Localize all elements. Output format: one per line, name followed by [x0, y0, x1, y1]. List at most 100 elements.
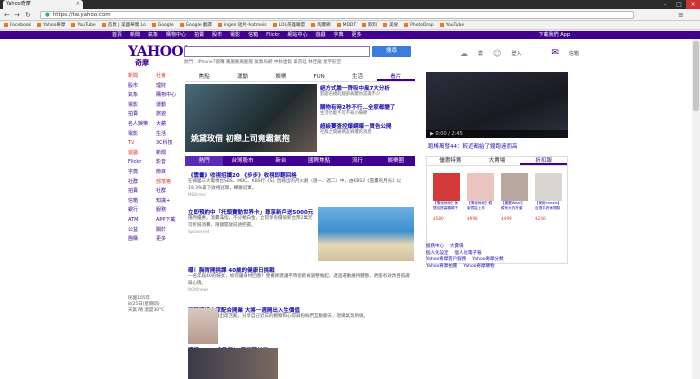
story-thumbnail[interactable]: [318, 207, 414, 261]
story-title[interactable]: 王陽明總大家配合開業 大將一週開出入生價值: [188, 306, 414, 314]
login-link[interactable]: 登入: [511, 50, 521, 57]
bookmark-item[interactable]: 飲料: [362, 21, 377, 29]
minimize-icon[interactable]: –: [658, 0, 672, 9]
news-category-tab[interactable]: 台灣股市: [223, 156, 261, 166]
hero-image[interactable]: 姚黛玫借 初戀上司竟霸氣抱: [185, 84, 317, 152]
top-nav-item[interactable]: 購物中心: [166, 31, 186, 39]
sidebar-item[interactable]: 銀行: [128, 206, 154, 216]
bookmark-item[interactable]: LOL英雄聯盟: [273, 21, 305, 29]
news-category-tab[interactable]: 流行: [338, 156, 376, 166]
shop-tab[interactable]: 大賣場: [474, 157, 521, 165]
bookmark-item[interactable]: MDDT: [337, 21, 357, 29]
sidebar-item[interactable]: 名人娛樂: [128, 120, 154, 130]
top-nav-item[interactable]: 信箱: [248, 31, 258, 39]
bookmark-item[interactable]: PhotoDrop: [404, 21, 434, 29]
sidebar-item[interactable]: 旅遊: [156, 110, 182, 120]
news-category-tab[interactable]: 國際焦點: [300, 156, 338, 166]
maximize-icon[interactable]: □: [672, 0, 686, 9]
sidebar-item[interactable]: 影音: [156, 158, 182, 168]
sidebar-item[interactable]: 拍賣: [128, 110, 154, 120]
top-nav-item[interactable]: 新聞: [130, 31, 140, 39]
news-story[interactable]: 曝！胸胃開挑課 40歲的健康日挑戰 一名年屆40的婦女，如何讓身材回春？營養師建議…: [188, 266, 414, 292]
product-card[interactable]: 【情深絲絲】韓版寬鬆上衣 $998: [467, 173, 494, 221]
product-card[interactable]: 【麗麗Wear】韓系大衣外套 $499: [501, 173, 528, 221]
content-tab[interactable]: 娛樂: [262, 72, 300, 81]
sidebar-item[interactable]: 關於: [156, 226, 182, 236]
sidebar-item[interactable]: 股市: [128, 82, 154, 92]
scrollbar-thumb[interactable]: [693, 41, 699, 111]
sidebar-item[interactable]: APP下載: [156, 216, 182, 226]
weather-icon[interactable]: ☁: [460, 49, 468, 58]
top-nav-item[interactable]: Flickr: [266, 31, 279, 39]
sidebar-item[interactable]: 信箱: [128, 197, 154, 207]
close-window-icon[interactable]: ×: [686, 0, 700, 9]
hero-headline-title[interactable]: 購物有時2秒不行…全家都變了: [320, 103, 415, 111]
product-name[interactable]: 【情深絲絲】休閒百搭高腰褲子: [433, 201, 460, 216]
news-category-tab[interactable]: 娛樂圈: [377, 156, 415, 166]
product-image[interactable]: [535, 173, 562, 201]
sidebar-item[interactable]: 氣象: [128, 91, 154, 101]
video-player[interactable]: ▶ 0:00 / 2:45: [426, 72, 568, 138]
mail-link[interactable]: 信箱: [569, 50, 579, 57]
service-link[interactable]: Yahoo奇摩拍賣: [426, 264, 457, 271]
top-nav-item[interactable]: 網站中心: [287, 31, 307, 39]
hero-headline[interactable]: 絕方式臉一齊吸中風7大分析 影劇名模的腦部病變你認識不少: [320, 84, 415, 98]
search-input[interactable]: [184, 46, 370, 57]
hero-headline[interactable]: 超級賽查控爆網曝－質告公開 社群之間被網友刷爆的消息: [320, 122, 415, 136]
video-controls[interactable]: ▶ 0:00 / 2:45: [426, 130, 568, 138]
story-title[interactable]: 立即預約中「托頭寶動世界卡」尊享新戶送5000元: [188, 208, 316, 216]
close-icon[interactable]: ×: [76, 0, 80, 9]
bookmark-item[interactable]: Google: [152, 21, 174, 29]
hero-headline-title[interactable]: 超級賽查控爆網曝－質告公開: [320, 122, 415, 130]
news-category-tab[interactable]: 熱門: [185, 156, 224, 166]
sidebar-item[interactable]: 更多: [156, 235, 182, 245]
sidebar-item[interactable]: 電影: [128, 101, 154, 111]
hero-headline-title[interactable]: 絕方式臉一齊吸中風7大分析: [320, 84, 415, 92]
sidebar-item[interactable]: 節目: [156, 168, 182, 178]
back-icon[interactable]: ←: [4, 11, 10, 19]
product-image[interactable]: [501, 173, 528, 201]
news-story[interactable]: 《雲畫》收視招讀20 《步步》收視即翻回格 在韓國三大電視台SBS、MBC、KBS…: [188, 171, 414, 197]
content-tab[interactable]: 看片: [376, 72, 415, 81]
service-link[interactable]: Yahoo奇摩購物: [463, 264, 494, 271]
bookmark-item[interactable]: 美食: [383, 21, 398, 29]
content-tab[interactable]: 運動: [223, 72, 261, 81]
sidebar-item[interactable]: 社群: [156, 187, 182, 197]
sidebar-item[interactable]: 知識+: [156, 197, 182, 207]
sidebar-item[interactable]: 部落格: [156, 178, 182, 188]
user-icon[interactable]: ☺: [493, 49, 501, 58]
sidebar-item[interactable]: 生活: [156, 130, 182, 140]
sidebar-item[interactable]: 公益: [128, 226, 154, 236]
story-thumbnail[interactable]: [188, 348, 278, 379]
sidebar-item[interactable]: Flickr: [128, 158, 154, 168]
bookmark-item[interactable]: Yahoo奇摩: [37, 21, 65, 29]
product-card[interactable]: 【情深絲絲】休閒百搭高腰褲子 $580: [433, 173, 460, 221]
bookmark-item[interactable]: 淘寶網: [311, 21, 331, 29]
content-tab[interactable]: 焦點: [185, 72, 223, 81]
sidebar-item[interactable]: 大蘋: [156, 120, 182, 130]
bookmark-item[interactable]: ingen 短片-hotmeis: [218, 21, 267, 29]
story-title[interactable]: 曝！胸胃開挑課 40歲的健康日挑戰: [188, 266, 414, 274]
content-tab[interactable]: FUN: [300, 72, 338, 81]
browser-tab[interactable]: Yahoo奇摩 ×: [3, 0, 83, 9]
bookmark-item[interactable]: Facebook: [4, 21, 31, 29]
news-story[interactable]: 立即預約中「托頭寶動世界卡」尊享新戶送5000元 限時優惠，消費滿指，不分類白金，…: [188, 208, 316, 234]
product-image[interactable]: [467, 173, 494, 201]
news-story[interactable]: 王陽明總大家配合開業 大將一週開出入生價值 王陽明近日受邀出席活動，分享自己近日的…: [188, 306, 414, 326]
product-name[interactable]: 【美姬cheats】百搭平底休閒鞋: [535, 201, 562, 216]
sidebar-item[interactable]: 運動: [156, 101, 182, 111]
top-nav-item[interactable]: 遊戲: [316, 31, 326, 39]
sidebar-item[interactable]: ATM: [128, 216, 154, 226]
sidebar-item[interactable]: 新聞: [128, 72, 154, 82]
sidebar-item[interactable]: 理財: [156, 82, 182, 92]
top-nav-item[interactable]: 首頁: [112, 31, 122, 39]
top-nav-item[interactable]: 更多: [352, 31, 362, 39]
shop-tab[interactable]: 優惠特賣: [427, 157, 474, 165]
top-nav-item[interactable]: 氣象: [148, 31, 158, 39]
news-category-tab[interactable]: 新台: [262, 156, 300, 166]
sidebar-item[interactable]: TV: [128, 139, 154, 149]
story-title[interactable]: 《雲畫》收視招讀20 《步步》收視即翻回格: [188, 171, 414, 179]
sidebar-item[interactable]: 團購: [128, 235, 154, 245]
sidebar-item[interactable]: 新聞: [156, 149, 182, 159]
trending-searches[interactable]: 熱門：iPhone7搶購 鳳凰颱風動態 氣象局網 中秋連假 韋宗廷 林佳龍 星宇…: [184, 59, 420, 65]
